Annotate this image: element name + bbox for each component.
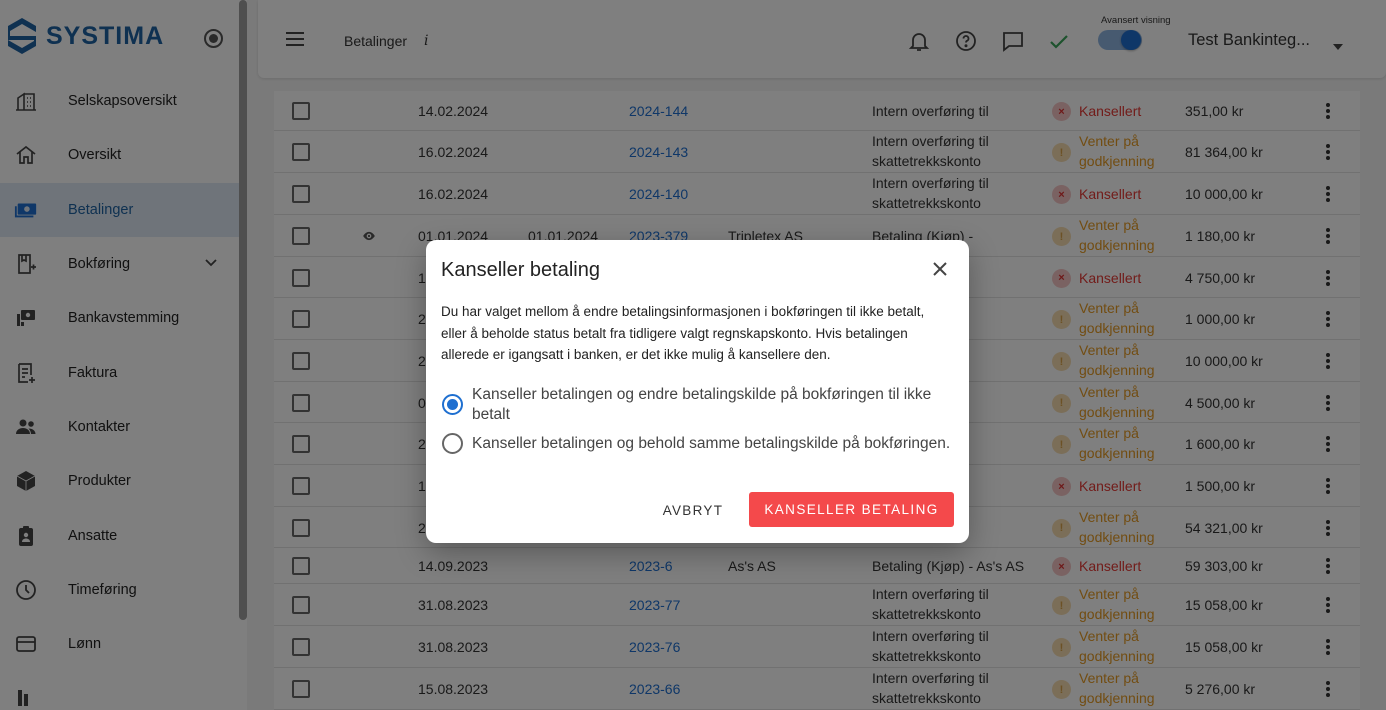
radio-option-not-paid[interactable] xyxy=(442,394,463,415)
close-icon[interactable] xyxy=(930,259,950,279)
confirm-cancel-payment-button[interactable]: KANSELLER BETALING xyxy=(749,492,954,527)
radio-option-keep-source[interactable] xyxy=(442,433,463,454)
radio-option-keep-source-label[interactable]: Kanseller betalingen og behold samme bet… xyxy=(472,434,952,454)
radio-option-not-paid-label[interactable]: Kanseller betalingen og endre betalingsk… xyxy=(472,385,952,425)
dialog-title: Kanseller betaling xyxy=(441,259,600,281)
cancel-button[interactable]: AVBRYT xyxy=(658,493,728,527)
cancel-payment-dialog: Kanseller betaling Du har valget mellom … xyxy=(426,240,969,543)
dialog-body: Du har valget mellom å endre betalingsin… xyxy=(441,304,925,362)
